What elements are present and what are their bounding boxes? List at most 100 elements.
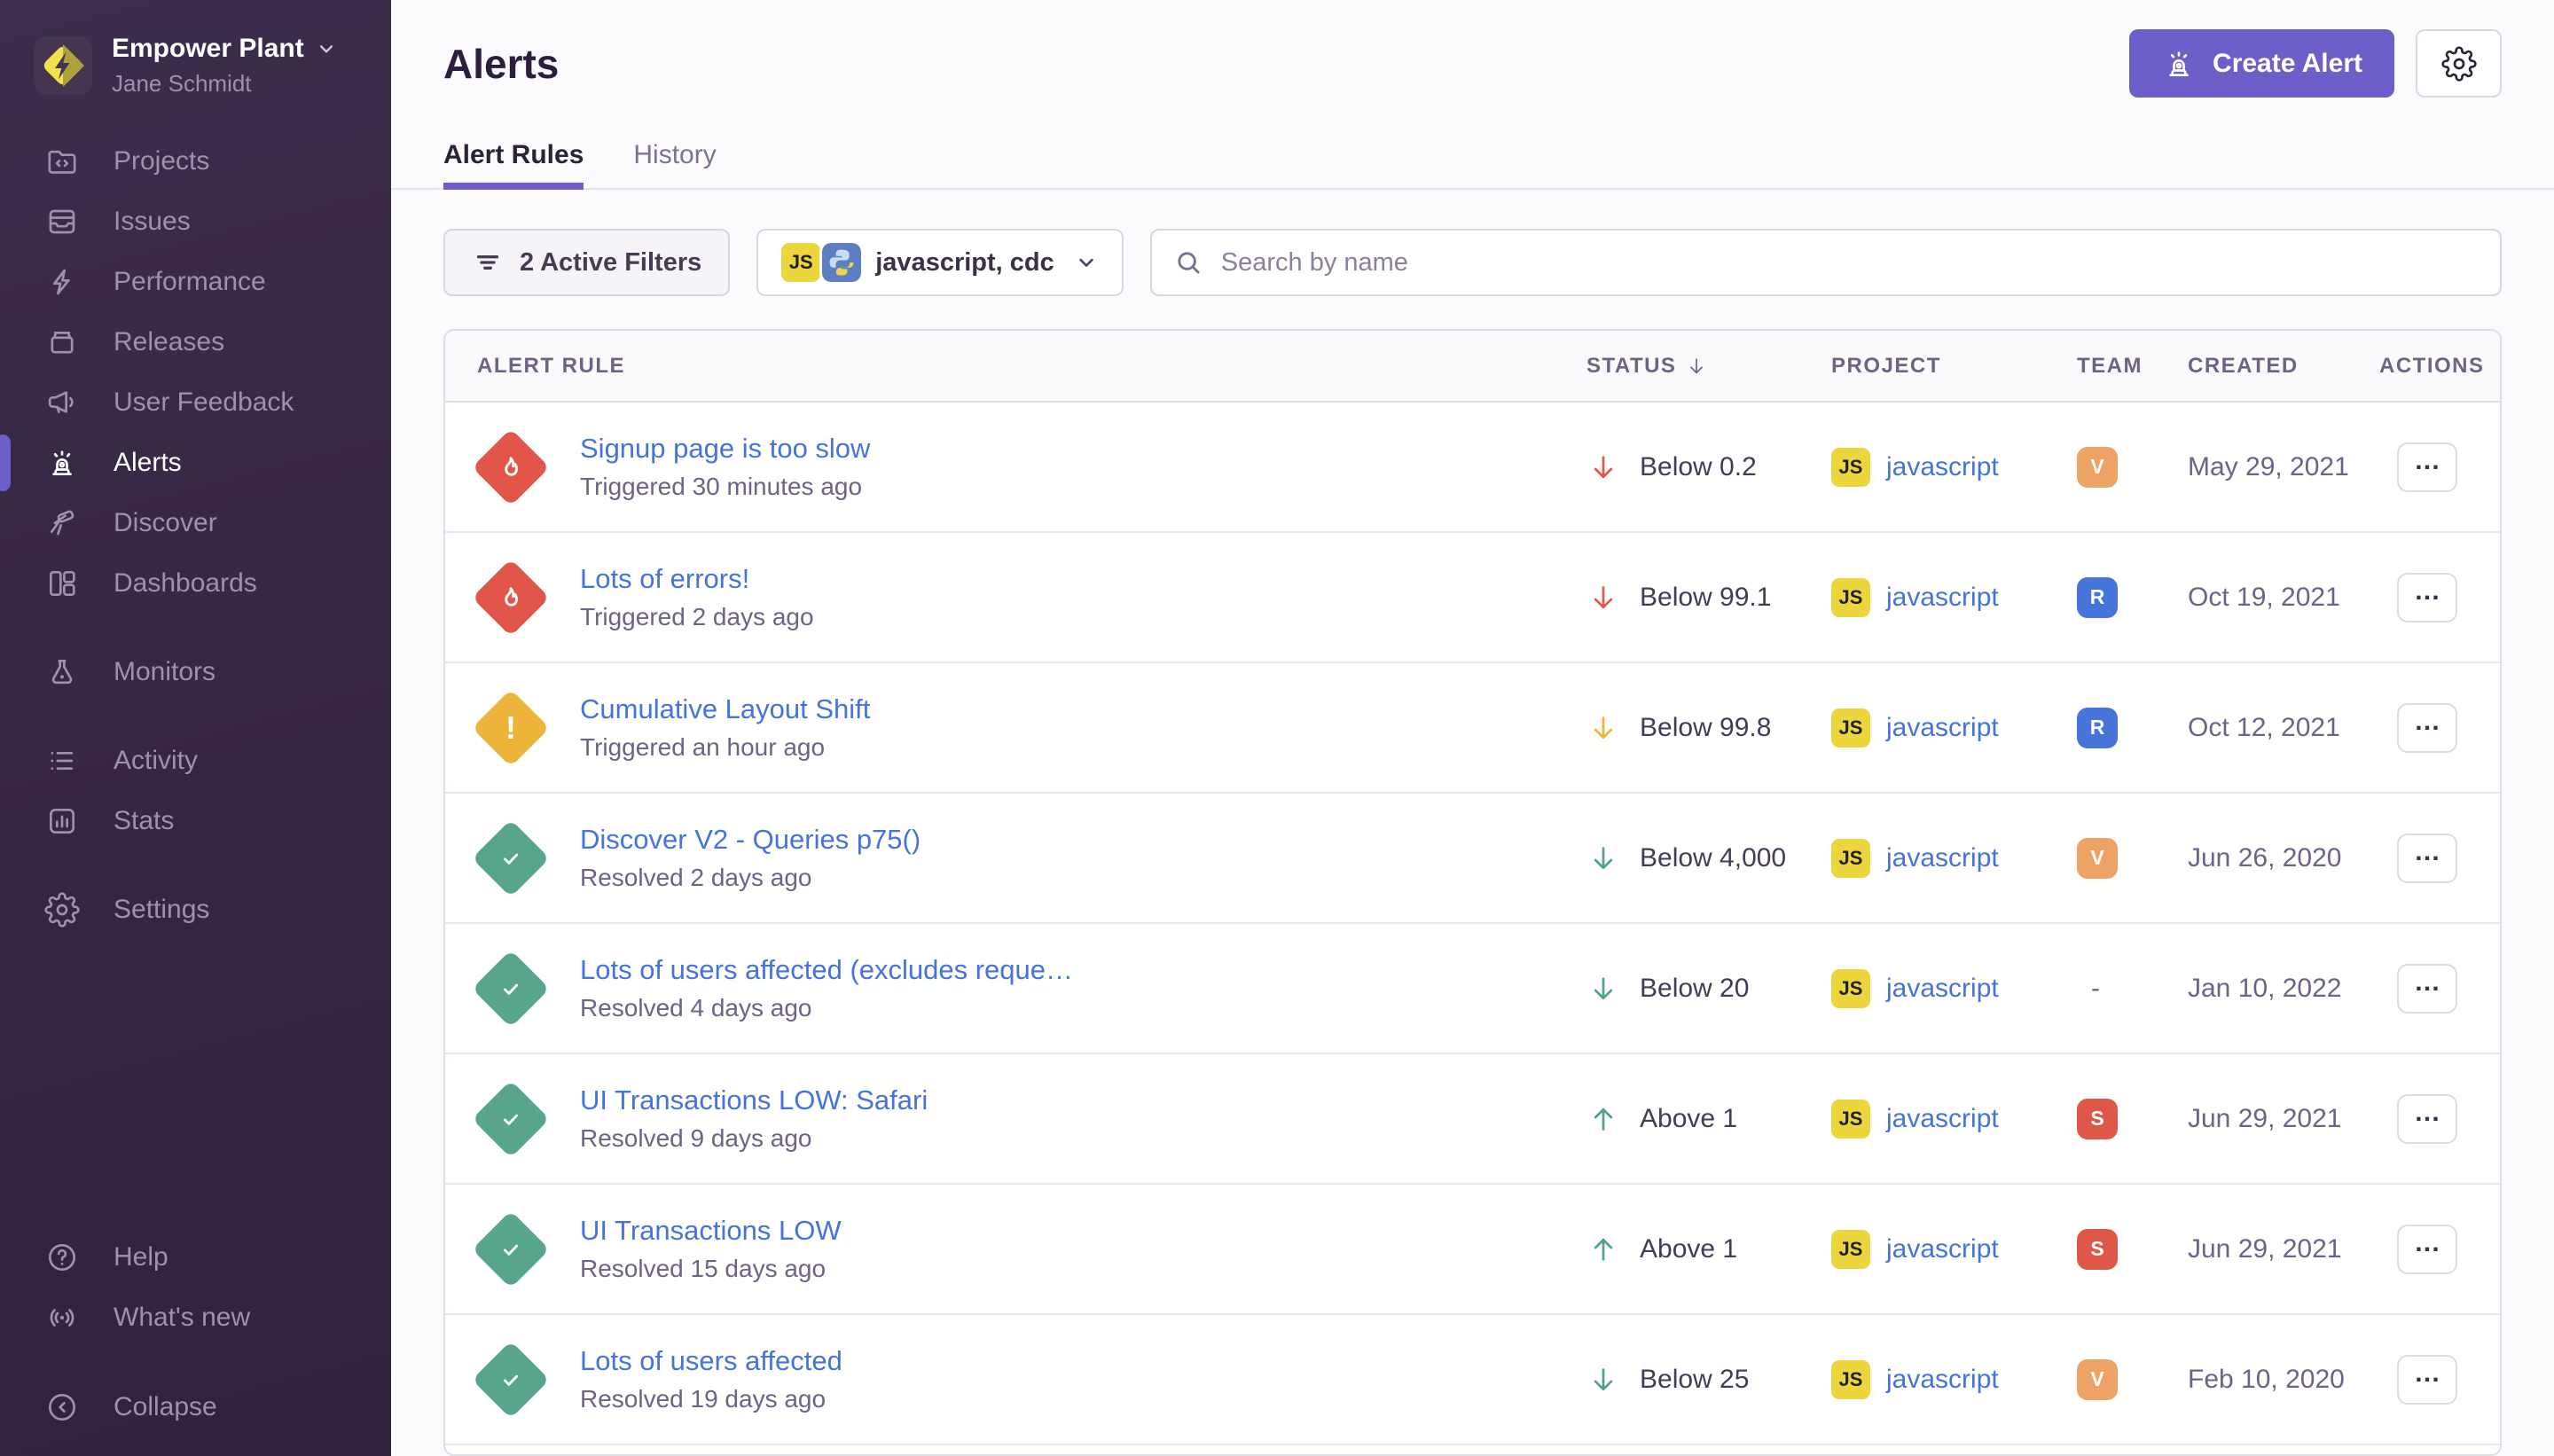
org-logo-icon: [34, 36, 92, 95]
row-actions-button[interactable]: …: [2397, 964, 2457, 1014]
sidebar-item-collapse[interactable]: Collapse: [0, 1377, 391, 1437]
sidebar-item-discover[interactable]: Discover: [0, 493, 391, 553]
javascript-icon: JS: [1831, 1360, 1870, 1399]
sidebar-item-whats-new[interactable]: What's new: [0, 1288, 391, 1348]
javascript-icon: JS: [1831, 1230, 1870, 1269]
settings-button[interactable]: [2416, 29, 2502, 98]
warning-status-icon: !: [472, 689, 550, 767]
created-date: Oct 12, 2021: [2188, 713, 2379, 743]
alert-rule-link[interactable]: Lots of errors!: [580, 563, 814, 595]
row-actions-button[interactable]: …: [2397, 703, 2457, 753]
releases-icon: [44, 325, 80, 360]
tab-history[interactable]: History: [633, 140, 716, 188]
project-link[interactable]: javascript: [1886, 583, 1999, 613]
team-avatar[interactable]: R: [2077, 577, 2118, 618]
filter-icon: [472, 247, 504, 278]
sidebar-item-releases[interactable]: Releases: [0, 312, 391, 372]
alert-rule-link[interactable]: UI Transactions LOW: [580, 1215, 842, 1247]
sidebar-item-monitors[interactable]: Monitors: [0, 642, 391, 702]
status-value: Below 99.1: [1640, 583, 1771, 613]
resolved-status-icon: [472, 950, 550, 1028]
active-filters-button[interactable]: 2 Active Filters: [443, 229, 730, 296]
row-actions-button[interactable]: …: [2397, 1094, 2457, 1144]
alert-rule-link[interactable]: UI Transactions LOW: Safari: [580, 1084, 928, 1116]
sidebar-item-performance[interactable]: Performance: [0, 252, 391, 312]
flame-icon: [495, 582, 527, 614]
sidebar-item-activity[interactable]: Activity: [0, 731, 391, 791]
team-avatar[interactable]: R: [2077, 708, 2118, 748]
column-header-team: TEAM: [2077, 354, 2188, 379]
column-header-status[interactable]: STATUS: [1586, 354, 1831, 379]
row-actions-button[interactable]: …: [2397, 573, 2457, 622]
collapse-icon: [44, 1389, 80, 1425]
sidebar-footer: Help What's new Collapse: [0, 1227, 391, 1456]
project-link[interactable]: javascript: [1886, 713, 1999, 743]
sidebar-item-projects[interactable]: Projects: [0, 131, 391, 192]
siren-icon: [44, 445, 80, 481]
column-header-project: PROJECT: [1831, 354, 2077, 379]
row-actions-button[interactable]: …: [2397, 442, 2457, 492]
nav-section: ProjectsIssuesPerformanceReleasesUser Fe…: [0, 131, 391, 614]
tab-alert-rules[interactable]: Alert Rules: [443, 140, 584, 188]
nav-section: Monitors: [0, 642, 391, 702]
project-link[interactable]: javascript: [1886, 843, 1999, 873]
exclamation-icon: !: [505, 712, 516, 744]
project-link[interactable]: javascript: [1886, 1365, 1999, 1395]
team-avatar[interactable]: V: [2077, 1359, 2118, 1400]
sidebar-item-user-feedback[interactable]: User Feedback: [0, 372, 391, 433]
created-date: Jun 29, 2021: [2188, 1234, 2379, 1264]
row-actions-button[interactable]: …: [2397, 1355, 2457, 1405]
project-link[interactable]: javascript: [1886, 1234, 1999, 1264]
performance-icon: [44, 264, 80, 300]
alert-rule-link[interactable]: Lots of users affected: [580, 1345, 842, 1377]
sidebar-item-label: Help: [114, 1242, 168, 1272]
alert-rule-link[interactable]: Discover V2 - Queries p75(): [580, 824, 921, 856]
sidebar-item-issues[interactable]: Issues: [0, 192, 391, 252]
nav-section: Settings: [0, 880, 391, 940]
create-alert-button[interactable]: Create Alert: [2129, 29, 2394, 98]
alert-rule-subtitle: Resolved 4 days ago: [580, 994, 1073, 1022]
sidebar-item-label: Alerts: [114, 448, 182, 478]
table-row: Signup page is too slowTriggered 30 minu…: [445, 403, 2500, 533]
team-avatar[interactable]: S: [2077, 1229, 2118, 1270]
sidebar-item-help[interactable]: Help: [0, 1227, 391, 1288]
arrow-down-icon: [1586, 711, 1620, 745]
search-input[interactable]: [1219, 247, 2479, 278]
discover-icon: [44, 505, 80, 541]
resolved-status-icon: [472, 1210, 550, 1288]
team-avatar[interactable]: V: [2077, 838, 2118, 879]
gear-icon: [2441, 46, 2477, 82]
created-date: May 29, 2021: [2188, 452, 2379, 482]
main-content: Alerts Create Alert Alert RulesHistory 2…: [391, 0, 2554, 1456]
flame-icon: [495, 451, 527, 483]
sidebar-item-settings[interactable]: Settings: [0, 880, 391, 940]
sidebar-item-label: Stats: [114, 806, 174, 836]
table-row: UI Transactions LOW: SafariResolved 9 da…: [445, 1054, 2500, 1185]
status-value: Below 99.8: [1640, 713, 1771, 743]
critical-status-icon: [472, 559, 550, 637]
alert-rule-link[interactable]: Cumulative Layout Shift: [580, 693, 870, 725]
org-switcher[interactable]: Empower Plant Jane Schmidt: [34, 34, 366, 98]
project-selector[interactable]: JS javascript, cdc: [756, 229, 1124, 296]
javascript-icon: JS: [1831, 969, 1870, 1008]
project-link[interactable]: javascript: [1886, 452, 1999, 482]
sidebar-item-alerts[interactable]: Alerts: [0, 433, 391, 493]
row-actions-button[interactable]: …: [2397, 1225, 2457, 1274]
row-actions-button[interactable]: …: [2397, 834, 2457, 883]
project-link[interactable]: javascript: [1886, 1104, 1999, 1134]
filter-row: 2 Active Filters JS javascript, cdc: [443, 229, 2502, 296]
team-avatar[interactable]: V: [2077, 447, 2118, 488]
alert-rule-link[interactable]: Signup page is too slow: [580, 433, 870, 465]
sidebar-item-stats[interactable]: Stats: [0, 791, 391, 851]
created-date: Feb 10, 2020: [2188, 1365, 2379, 1395]
project-link[interactable]: javascript: [1886, 974, 1999, 1004]
arrow-up-icon: [1586, 1102, 1620, 1136]
alert-rule-link[interactable]: Lots of users affected (excludes reque…: [580, 954, 1073, 986]
alert-rule-subtitle: Resolved 19 days ago: [580, 1385, 842, 1413]
arrow-down-icon: [1586, 450, 1620, 484]
sidebar-item-dashboards[interactable]: Dashboards: [0, 553, 391, 614]
column-header-actions: ACTIONS: [2379, 354, 2500, 379]
team-avatar[interactable]: S: [2077, 1099, 2118, 1139]
status-value: Below 4,000: [1640, 843, 1786, 873]
javascript-icon: JS: [1831, 448, 1870, 487]
